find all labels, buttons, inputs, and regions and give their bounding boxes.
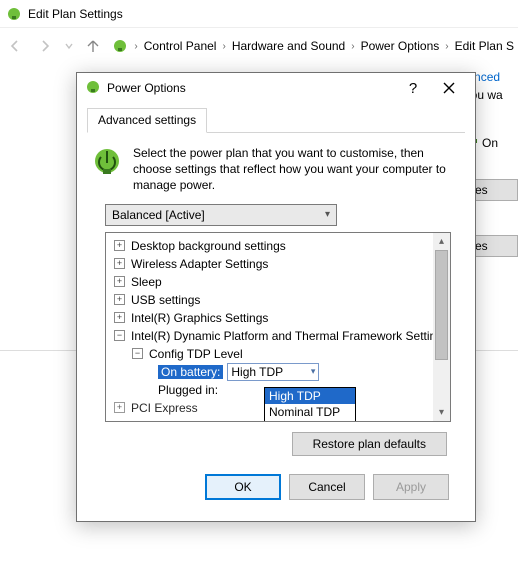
chevron-right-icon: › (445, 41, 448, 52)
tdp-dropdown[interactable]: High TDP Nominal TDP Low TDP (264, 387, 356, 422)
nav-up-button[interactable] (83, 34, 105, 58)
plugged-in-label: Plugged in: (158, 383, 218, 397)
settings-tree: + Desktop background settings + Wireless… (105, 232, 451, 422)
battery-plan-icon (85, 79, 101, 98)
breadcrumb-item[interactable]: Edit Plan S (455, 39, 514, 53)
tree-node[interactable]: + Desktop background settings (106, 237, 450, 255)
dropdown-option[interactable]: Low TDP (265, 420, 355, 422)
power-plan-icon (91, 145, 123, 177)
tree-node-label: USB settings (131, 293, 200, 307)
tree-node[interactable]: − Intel(R) Dynamic Platform and Thermal … (106, 327, 450, 345)
collapse-icon[interactable]: − (114, 330, 125, 341)
tree-node-label: Intel(R) Graphics Settings (131, 311, 268, 325)
scroll-down-icon[interactable]: ▾ (433, 404, 450, 421)
nav-recent-dropdown[interactable] (64, 34, 75, 58)
chevron-right-icon: › (222, 41, 225, 52)
dialog-title: Power Options (107, 81, 395, 95)
background-icon-label: On (482, 136, 498, 150)
power-options-dialog: Power Options ? Advanced settings Select… (76, 72, 476, 522)
ok-button[interactable]: OK (205, 474, 281, 500)
expand-icon[interactable]: + (114, 294, 125, 305)
cancel-button[interactable]: Cancel (289, 474, 365, 500)
nav-row: › Control Panel › Hardware and Sound › P… (0, 28, 518, 64)
close-button[interactable] (431, 75, 467, 101)
apply-button[interactable]: Apply (373, 474, 449, 500)
battery-plan-icon (6, 6, 22, 22)
expand-icon[interactable]: + (114, 276, 125, 287)
expand-icon[interactable]: + (114, 402, 125, 413)
tree-node[interactable]: + Intel(R) Graphics Settings (106, 309, 450, 327)
chevron-right-icon: › (134, 41, 137, 52)
dropdown-option[interactable]: Nominal TDP (265, 404, 355, 420)
chevron-right-icon: › (351, 41, 354, 52)
expand-icon[interactable]: + (114, 240, 125, 251)
scroll-up-icon[interactable]: ▴ (433, 233, 450, 250)
chevron-down-icon: ▾ (325, 209, 330, 220)
tree-node-label: Desktop background settings (131, 239, 286, 253)
power-plan-select[interactable]: Balanced [Active] ▾ (105, 204, 337, 226)
power-plan-select-value: Balanced [Active] (112, 208, 205, 222)
nav-forward-button[interactable] (34, 34, 56, 58)
on-battery-value: High TDP (231, 365, 283, 379)
parent-window-titlebar: Edit Plan Settings (0, 0, 518, 28)
parent-window-title: Edit Plan Settings (28, 7, 123, 21)
tree-scrollbar[interactable]: ▴ ▾ (433, 233, 450, 421)
breadcrumb-item[interactable]: Hardware and Sound (232, 39, 345, 53)
scroll-thumb[interactable] (435, 250, 448, 360)
dialog-titlebar: Power Options ? (77, 73, 475, 103)
on-battery-value-combo[interactable]: High TDP ▾ (227, 363, 319, 381)
restore-defaults-button[interactable]: Restore plan defaults (292, 432, 447, 456)
on-battery-label: On battery: (158, 365, 223, 379)
tree-node-label: Wireless Adapter Settings (131, 257, 268, 271)
expand-icon[interactable]: + (114, 258, 125, 269)
tree-node-label: Config TDP Level (149, 347, 243, 361)
tree-node-label: Intel(R) Dynamic Platform and Thermal Fr… (131, 329, 443, 343)
intro-text: Select the power plan that you want to c… (133, 145, 461, 194)
tree-node-label: Sleep (131, 275, 162, 289)
tree-node-child[interactable]: − Config TDP Level (106, 345, 450, 363)
breadcrumb-item[interactable]: Power Options (361, 39, 440, 53)
nav-back-button[interactable] (4, 34, 26, 58)
tree-node[interactable]: + Sleep (106, 273, 450, 291)
breadcrumb[interactable]: › Control Panel › Hardware and Sound › P… (112, 32, 514, 60)
help-button[interactable]: ? (395, 75, 431, 101)
setting-on-battery-row[interactable]: On battery: High TDP ▾ (106, 363, 450, 381)
tree-node-label: PCI Express (131, 401, 198, 415)
collapse-icon[interactable]: − (132, 348, 143, 359)
tree-node[interactable]: + USB settings (106, 291, 450, 309)
breadcrumb-item[interactable]: Control Panel (144, 39, 217, 53)
tree-node[interactable]: + Wireless Adapter Settings (106, 255, 450, 273)
tab-advanced-settings[interactable]: Advanced settings (87, 108, 207, 133)
breadcrumb-icon (112, 38, 128, 54)
chevron-down-icon: ▾ (311, 366, 316, 377)
dropdown-option[interactable]: High TDP (265, 388, 355, 404)
expand-icon[interactable]: + (114, 312, 125, 323)
tab-strip: Advanced settings (87, 107, 465, 133)
